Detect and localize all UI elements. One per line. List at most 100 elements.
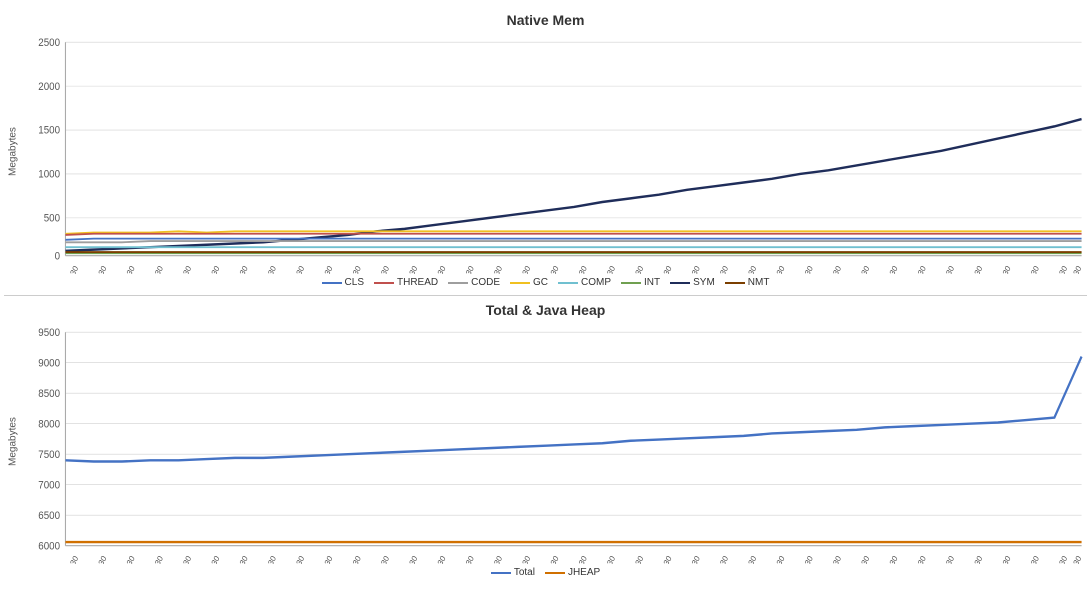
java-heap-legend: Total JHEAP	[481, 564, 610, 581]
legend-gc-label: GC	[533, 277, 548, 288]
svg-text:7/16 1:30: 7/16 1:30	[876, 554, 899, 564]
native-mem-y-label: Megabytes	[4, 30, 22, 274]
legend-comp: COMP	[558, 277, 611, 288]
svg-text:9500: 9500	[38, 327, 60, 339]
legend-nmt-line	[725, 282, 745, 284]
svg-text:7/13 15:30: 7/13 15:30	[55, 264, 81, 274]
svg-text:7/14 3:30: 7/14 3:30	[226, 554, 249, 564]
svg-text:2000: 2000	[38, 81, 60, 93]
svg-text:7/13 19:30: 7/13 19:30	[111, 264, 137, 274]
svg-text:6500: 6500	[38, 510, 60, 522]
svg-text:7/15 21:30: 7/15 21:30	[818, 554, 844, 564]
svg-text:7/16 5:30: 7/16 5:30	[933, 554, 956, 564]
legend-int-line	[621, 282, 641, 284]
svg-text:7/15 7:30: 7/15 7:30	[622, 264, 645, 274]
legend-jheap-label: JHEAP	[568, 567, 600, 578]
svg-text:7/13 17:30: 7/13 17:30	[83, 264, 109, 274]
native-mem-svg: 2500 2000 1500 1000 500 0	[22, 30, 1087, 274]
legend-comp-label: COMP	[581, 277, 611, 288]
legend-thread: THREAD	[374, 277, 438, 288]
svg-text:1500: 1500	[38, 125, 60, 137]
svg-text:7/16 5:30: 7/16 5:30	[933, 264, 956, 274]
legend-gc: GC	[510, 277, 548, 288]
svg-text:7/14 23:30: 7/14 23:30	[507, 264, 533, 274]
native-mem-title: Native Mem	[507, 12, 585, 28]
svg-text:7/14 17:30: 7/14 17:30	[422, 264, 448, 274]
svg-text:7/15 15:30: 7/15 15:30	[733, 264, 759, 274]
svg-text:0: 0	[55, 251, 61, 263]
svg-text:7/14 3:30: 7/14 3:30	[226, 264, 249, 274]
svg-text:7/14 5:30: 7/14 5:30	[255, 264, 278, 274]
java-heap-chart-inner: 9500 9000 8500 8000 7500 7000 6500 6000	[22, 320, 1087, 564]
legend-nmt: NMT	[725, 277, 770, 288]
svg-text:7/15 5:30: 7/15 5:30	[594, 554, 617, 564]
svg-text:7/16 1:30: 7/16 1:30	[876, 264, 899, 274]
legend-int: INT	[621, 277, 660, 288]
svg-text:7/14 21:30: 7/14 21:30	[479, 264, 505, 274]
svg-text:7/15 11:30: 7/15 11:30	[677, 264, 702, 274]
svg-text:7/15 9:30: 7/15 9:30	[650, 264, 673, 274]
svg-text:7/16 11:30: 7/16 11:30	[1016, 554, 1041, 564]
native-mem-panel: Native Mem Megabytes 2500 2000 1500 1000	[4, 8, 1087, 293]
legend-total: Total	[491, 567, 535, 578]
legend-sym-label: SYM	[693, 277, 715, 288]
legend-jheap: JHEAP	[545, 567, 600, 578]
svg-text:7/14 7:30: 7/14 7:30	[283, 554, 306, 564]
native-mem-chart-inner: 2500 2000 1500 1000 500 0	[22, 30, 1087, 274]
legend-thread-line	[374, 282, 394, 284]
svg-text:7/14 13:30: 7/14 13:30	[366, 554, 392, 564]
svg-text:8000: 8000	[38, 419, 60, 431]
native-mem-chart-area: Megabytes 2500 2000 1500 1000 500 0	[4, 30, 1087, 274]
svg-text:7/15 23:30: 7/15 23:30	[846, 554, 872, 564]
svg-text:9000: 9000	[38, 358, 60, 370]
svg-text:1000: 1000	[38, 169, 60, 181]
java-heap-panel: Total & Java Heap Megabytes 95	[4, 298, 1087, 583]
svg-text:7/16 11:30: 7/16 11:30	[1016, 264, 1041, 274]
svg-text:7/15 13:30: 7/15 13:30	[705, 554, 731, 564]
legend-code-label: CODE	[471, 277, 500, 288]
svg-text:8500: 8500	[38, 388, 60, 400]
svg-text:7/16 7:30: 7/16 7:30	[961, 264, 984, 274]
legend-int-label: INT	[644, 277, 660, 288]
legend-nmt-label: NMT	[748, 277, 770, 288]
java-heap-svg: 9500 9000 8500 8000 7500 7000 6500 6000	[22, 320, 1087, 564]
svg-text:7/14 21:30: 7/14 21:30	[479, 554, 505, 564]
svg-text:7/15 1:30: 7/15 1:30	[537, 554, 560, 564]
legend-jheap-line	[545, 572, 565, 574]
svg-text:7/14 7:30: 7/14 7:30	[283, 264, 306, 274]
svg-text:7/15 5:30: 7/15 5:30	[594, 264, 617, 274]
svg-text:7000: 7000	[38, 480, 60, 492]
svg-text:7/15 11:30: 7/15 11:30	[677, 554, 702, 564]
svg-text:7/15 17:30: 7/15 17:30	[761, 264, 787, 274]
svg-text:7500: 7500	[38, 449, 60, 461]
java-heap-title: Total & Java Heap	[486, 302, 606, 318]
legend-cls: CLS	[322, 277, 364, 288]
legend-thread-label: THREAD	[397, 277, 438, 288]
legend-code: CODE	[448, 277, 500, 288]
java-heap-chart-area: Megabytes 9500 9000 8	[4, 320, 1087, 564]
svg-text:7/16 13:30: 7/16 13:30	[1044, 554, 1070, 564]
svg-text:7/14 17:30: 7/14 17:30	[422, 554, 448, 564]
svg-text:7/14 19:30: 7/14 19:30	[450, 264, 476, 274]
svg-text:7/16 3:30: 7/16 3:30	[905, 264, 928, 274]
java-heap-y-label: Megabytes	[4, 320, 22, 564]
svg-text:7/14 15:30: 7/14 15:30	[394, 554, 420, 564]
svg-text:7/14 5:30: 7/14 5:30	[255, 554, 278, 564]
svg-text:7/15 13:30: 7/15 13:30	[705, 264, 731, 274]
svg-text:7/15 7:30: 7/15 7:30	[622, 554, 645, 564]
svg-text:7/13 23:30: 7/13 23:30	[168, 264, 194, 274]
svg-text:7/14 9:30: 7/14 9:30	[311, 264, 334, 274]
native-mem-legend: CLS THREAD CODE GC COMP INT	[312, 274, 780, 291]
legend-cls-line	[322, 282, 342, 284]
svg-text:7/13 21:30: 7/13 21:30	[140, 554, 166, 564]
legend-cls-label: CLS	[345, 277, 364, 288]
svg-text:7/13 15:30: 7/13 15:30	[55, 554, 81, 564]
svg-text:7/14 1:30: 7/14 1:30	[198, 264, 221, 274]
svg-text:7/16 3:30: 7/16 3:30	[905, 554, 928, 564]
legend-total-label: Total	[514, 567, 535, 578]
legend-code-line	[448, 282, 468, 284]
svg-text:7/14 11:30: 7/14 11:30	[338, 554, 363, 564]
legend-sym-line	[670, 282, 690, 284]
svg-text:7/14 11:30: 7/14 11:30	[338, 264, 363, 274]
svg-text:500: 500	[44, 213, 60, 225]
